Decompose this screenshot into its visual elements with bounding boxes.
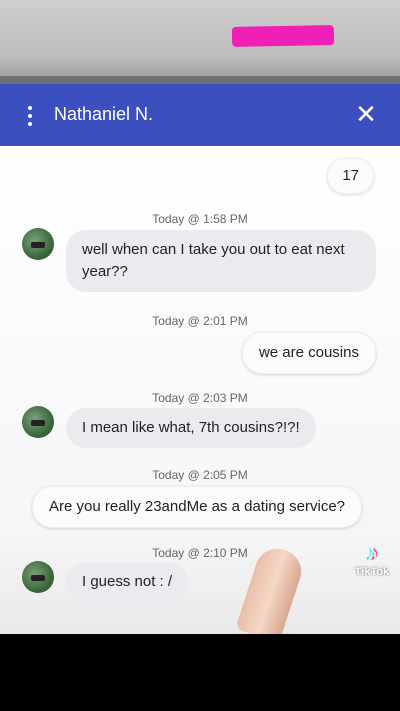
message-bubble-incoming: I guess not : / <box>66 562 189 602</box>
tiktok-logo-icon: ♪ <box>366 540 378 565</box>
chat-header: Nathaniel N. ✕ <box>0 84 400 146</box>
message-bubble-outgoing: 17 <box>327 158 374 194</box>
message-timestamp: Today @ 2:01 PM <box>152 314 248 328</box>
message-bubble-outgoing: we are cousins <box>241 332 376 374</box>
tiktok-watermark: ♪ TikTok <box>348 540 396 578</box>
pink-redaction <box>231 25 335 47</box>
message-timestamp: Today @ 1:58 PM <box>152 212 248 226</box>
contact-avatar <box>22 406 54 438</box>
contact-avatar <box>22 561 54 593</box>
kebab-menu-icon[interactable] <box>26 106 34 126</box>
tiktok-label: TikTok <box>354 566 390 578</box>
contact-name: Nathaniel N. <box>54 104 154 124</box>
contact-avatar <box>22 228 54 260</box>
video-top-area <box>0 0 400 82</box>
message-timestamp: Today @ 2:05 PM <box>152 468 248 482</box>
message-list[interactable]: 17 Today @ 1:58 PM well when can I take … <box>0 146 400 634</box>
message-bubble-incoming: I mean like what, 7th cousins?!?! <box>66 408 316 448</box>
message-timestamp: Today @ 2:10 PM <box>152 546 248 560</box>
close-icon[interactable]: ✕ <box>352 100 380 128</box>
bottom-black-bar <box>0 634 400 711</box>
message-bubble-incoming: well when can I take you out to eat next… <box>66 230 376 292</box>
message-timestamp: Today @ 2:03 PM <box>152 391 248 405</box>
message-bubble-outgoing: Are you really 23andMe as a dating servi… <box>32 486 363 528</box>
divider-band <box>0 76 400 84</box>
